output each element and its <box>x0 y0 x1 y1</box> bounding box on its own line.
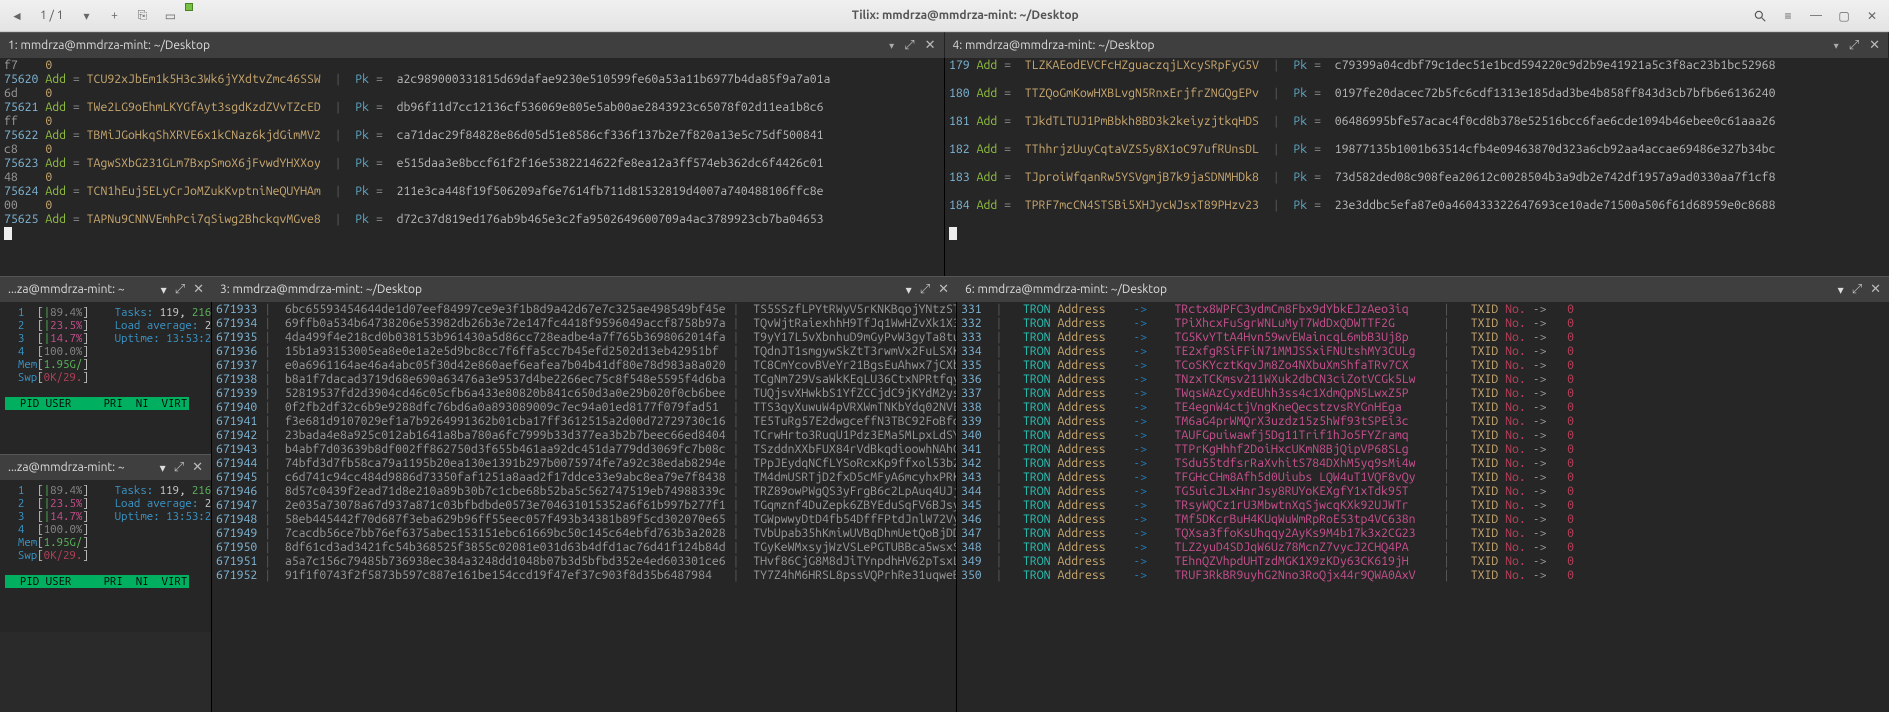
tab-terminal-3[interactable]: 3: mmdrza@mmdrza-mint: ~/Desktop ▾ ⤢ ✕ <box>212 276 957 302</box>
hamburger-menu-icon[interactable]: ≡ <box>1779 7 1797 25</box>
window-titlebar: ◄ 1 / 1 ▾ + ⎘ ▭ Tilix: mmdrza@mmdrza-min… <box>0 0 1889 32</box>
close-pane-icon[interactable]: ✕ <box>193 282 204 297</box>
add-terminal-icon[interactable]: + <box>105 7 123 25</box>
chevron-down-icon[interactable]: ▾ <box>906 283 912 297</box>
close-pane-icon[interactable]: ✕ <box>192 460 203 475</box>
tab-title: 4: mmdrza@mmdrza-mint: ~/Desktop <box>953 39 1830 52</box>
terminal-pane-htop-2[interactable]: 1 [|89.4%] Tasks: 119, 216 2 [|23.5%] Lo… <box>0 480 211 632</box>
terminal-pane-1[interactable]: f7 0 75620 Add = TCU92xJbEm1k5H3c3Wk6jYX… <box>0 58 945 276</box>
window-title: Tilix: mmdrza@mmdrza-mint: ~/Desktop <box>852 9 1079 22</box>
tab-terminal-left-2[interactable]: ...za@mmdrza-mint: ~ ▾ ⤢ ✕ <box>0 454 211 480</box>
tab-terminal-1[interactable]: 1: mmdrza@mmdrza-mint: ~/Desktop ▾ ⤢ ✕ <box>0 32 945 58</box>
terminal-pane-3[interactable]: 671933 | 6bc65593454644de1d07eef84997ce9… <box>212 302 957 712</box>
close-pane-icon[interactable]: ✕ <box>925 38 936 53</box>
terminal-pane-4[interactable]: 179 Add = TLZKAEodEVCFcHZguaczqjLXcySRpF… <box>945 58 1889 276</box>
chevron-down-icon[interactable]: ▾ <box>1838 283 1844 297</box>
close-pane-icon[interactable]: ✕ <box>938 282 949 297</box>
maximize-pane-icon[interactable]: ⤢ <box>1849 38 1859 53</box>
top-tabs-row: 1: mmdrza@mmdrza-mint: ~/Desktop ▾ ⤢ ✕ 4… <box>0 32 1889 58</box>
tab-terminal-6[interactable]: 6: mmdrza@mmdrza-mint: ~/Desktop ▾ ⤢ ✕ <box>957 276 1889 302</box>
add-terminal-down-icon[interactable]: ⎘ <box>133 7 151 25</box>
terminal-pane-htop-1[interactable]: 1 [|89.4%] Tasks: 119, 216 2 [|23.5%] Lo… <box>0 302 211 454</box>
tab-title: 1: mmdrza@mmdrza-mint: ~/Desktop <box>8 39 885 52</box>
maximize-pane-icon[interactable]: ⤢ <box>175 282 185 297</box>
minimize-icon[interactable]: — <box>1807 7 1825 25</box>
maximize-pane-icon[interactable]: ⤢ <box>920 282 930 297</box>
maximize-pane-icon[interactable]: ⤢ <box>1852 282 1862 297</box>
maximize-pane-icon[interactable]: ⤢ <box>904 38 914 53</box>
tab-title: 6: mmdrza@mmdrza-mint: ~/Desktop <box>965 283 1838 296</box>
menu-icon[interactable]: ◄ <box>8 7 26 25</box>
maximize-pane-icon[interactable]: ⤢ <box>174 460 184 475</box>
search-icon[interactable] <box>1751 7 1769 25</box>
tab-title: ...za@mmdrza-mint: ~ <box>8 283 161 296</box>
session-page-indicator: 1 / 1 <box>36 9 67 22</box>
terminal-pane-6[interactable]: 331 | TRON Address -> TRctx8WPFC3ydmCm8F… <box>957 302 1889 712</box>
chevron-down-icon[interactable]: ▾ <box>161 283 167 297</box>
maximize-icon[interactable]: ▢ <box>1835 7 1853 25</box>
active-indicator-icon <box>185 3 193 11</box>
split-right-icon[interactable]: ▭ <box>161 7 179 25</box>
chevron-down-icon[interactable]: ▾ <box>160 461 166 475</box>
tab-title: ...za@mmdrza-mint: ~ <box>8 461 160 474</box>
chevron-down-icon[interactable]: ▾ <box>1834 40 1839 52</box>
tab-title: 3: mmdrza@mmdrza-mint: ~/Desktop <box>220 283 906 296</box>
tab-terminal-4[interactable]: 4: mmdrza@mmdrza-mint: ~/Desktop ▾ ⤢ ✕ <box>945 32 1889 58</box>
close-pane-icon[interactable]: ✕ <box>1869 38 1880 53</box>
tab-terminal-left-1[interactable]: ...za@mmdrza-mint: ~ ▾ ⤢ ✕ <box>0 276 212 302</box>
close-pane-icon[interactable]: ✕ <box>1870 282 1881 297</box>
chevron-down-icon[interactable]: ▾ <box>77 7 95 25</box>
close-icon[interactable]: ✕ <box>1863 7 1881 25</box>
chevron-down-icon[interactable]: ▾ <box>889 40 894 52</box>
